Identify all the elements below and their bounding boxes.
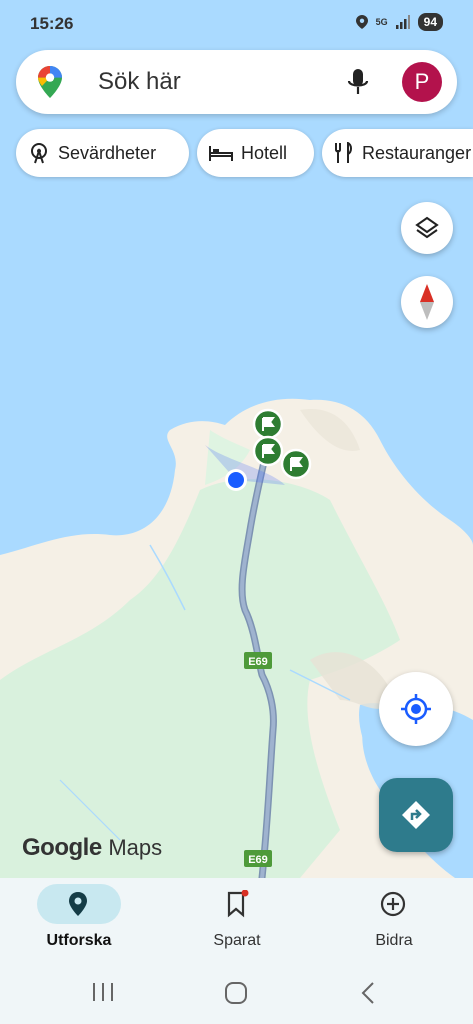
road-shield: E69 bbox=[244, 850, 272, 867]
fork-knife-icon bbox=[335, 142, 352, 163]
chip-sights[interactable]: Sevärdheter bbox=[16, 129, 189, 177]
directions-icon bbox=[402, 801, 430, 829]
flag-marker[interactable] bbox=[252, 408, 284, 440]
add-circle-icon bbox=[380, 891, 406, 917]
chip-label: Restauranger bbox=[362, 142, 472, 163]
battery-indicator: 94 bbox=[417, 13, 443, 31]
location-status-icon bbox=[355, 15, 368, 29]
nav-explore[interactable]: Utforska bbox=[0, 878, 158, 960]
recents-icon[interactable] bbox=[92, 982, 114, 1002]
layers-icon bbox=[415, 216, 439, 239]
system-nav-bar bbox=[0, 960, 473, 1024]
bed-icon bbox=[209, 146, 233, 161]
home-icon[interactable] bbox=[224, 982, 248, 1004]
layers-button[interactable] bbox=[401, 202, 453, 254]
nav-label: Utforska bbox=[46, 932, 112, 949]
nav-label: Bidra bbox=[375, 932, 413, 949]
flag-marker[interactable] bbox=[252, 435, 284, 467]
nav-saved[interactable]: Sparat bbox=[158, 878, 316, 960]
svg-text:E69: E69 bbox=[248, 656, 268, 668]
chip-hotels[interactable]: Hotell bbox=[197, 129, 314, 177]
microphone-icon[interactable] bbox=[346, 67, 370, 97]
svg-text:E69: E69 bbox=[248, 854, 268, 866]
chip-label: Sevärdheter bbox=[58, 142, 157, 163]
nav-contribute[interactable]: Bidra bbox=[315, 878, 473, 960]
road-shield: E69 bbox=[244, 652, 272, 669]
bottom-nav: Utforska Sparat Bidra bbox=[0, 878, 473, 960]
search-bar[interactable]: Sök här P bbox=[16, 50, 457, 114]
status-bar: 15:26 5G 94 bbox=[0, 0, 473, 48]
compass-button[interactable] bbox=[401, 276, 453, 328]
bookmark-icon bbox=[227, 890, 249, 918]
chip-label: Hotell bbox=[241, 142, 288, 163]
my-location-button[interactable] bbox=[379, 672, 453, 746]
search-input[interactable]: Sök här bbox=[98, 68, 181, 96]
network-icon: 5G bbox=[375, 17, 388, 27]
nav-label: Sparat bbox=[213, 932, 261, 949]
avatar[interactable]: P bbox=[402, 62, 442, 102]
back-icon[interactable] bbox=[360, 982, 376, 1004]
explore-pin-icon bbox=[69, 892, 87, 916]
signal-icon bbox=[395, 15, 410, 29]
crosshair-icon bbox=[401, 694, 431, 724]
ferris-wheel-icon bbox=[31, 143, 47, 164]
chip-restaurants[interactable]: Restauranger bbox=[322, 129, 473, 177]
directions-button[interactable] bbox=[379, 778, 453, 852]
flag-marker[interactable] bbox=[280, 448, 312, 480]
compass-icon bbox=[420, 284, 434, 320]
google-maps-brand: Google Maps bbox=[22, 834, 163, 861]
clock: 15:26 bbox=[30, 14, 74, 33]
google-maps-logo-icon bbox=[38, 66, 62, 98]
